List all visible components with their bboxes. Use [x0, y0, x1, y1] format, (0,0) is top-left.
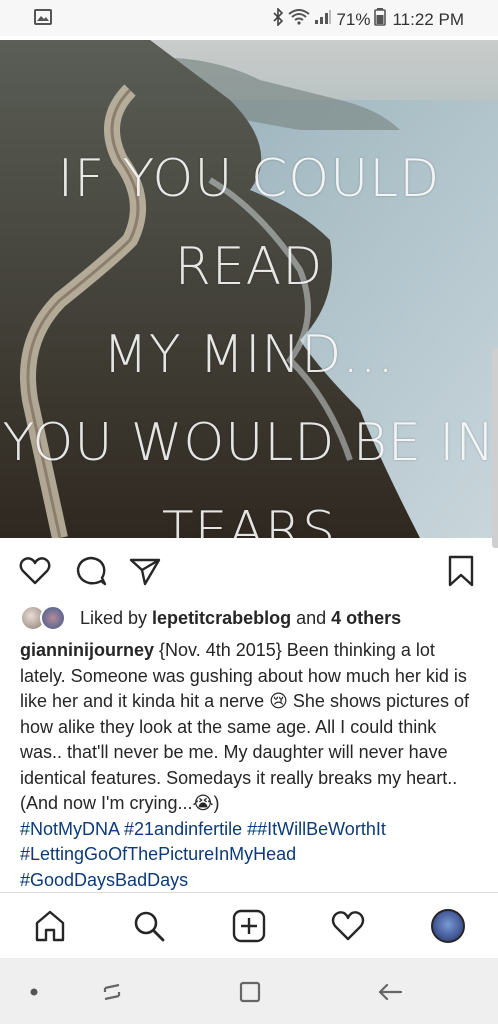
- recent-apps-icon[interactable]: [96, 976, 128, 1008]
- signal-icon: [314, 9, 332, 30]
- liker-avatars: [20, 603, 70, 633]
- battery-icon: [374, 8, 387, 31]
- bookmark-icon[interactable]: [444, 554, 478, 588]
- bluetooth-icon: [272, 7, 284, 31]
- new-post-icon[interactable]: [229, 906, 269, 946]
- likes-middle: and: [291, 607, 332, 628]
- share-icon[interactable]: [128, 554, 162, 588]
- post-image[interactable]: IF YOU COULD READ MY MIND... YOU WOULD B…: [0, 40, 498, 538]
- home-button-icon[interactable]: [234, 976, 266, 1008]
- comment-icon[interactable]: [74, 554, 108, 588]
- quote-line: IF YOU COULD READ: [57, 149, 441, 297]
- status-bar: 71% 11:22 PM: [0, 0, 498, 36]
- wifi-icon: [288, 9, 311, 30]
- activity-icon[interactable]: [328, 906, 368, 946]
- post-caption: gianninijourney {Nov. 4th 2015} Been thi…: [20, 638, 482, 893]
- system-nav-bar: [0, 958, 498, 1024]
- heart-icon[interactable]: [18, 554, 52, 588]
- likes-others-link[interactable]: 4 others: [331, 608, 401, 629]
- profile-tab[interactable]: [428, 906, 468, 946]
- likes-prefix: Liked by: [80, 607, 153, 628]
- quote-line: TEARS: [161, 501, 337, 538]
- clock: 11:22 PM: [392, 9, 464, 29]
- avatar: [40, 605, 66, 631]
- dot-icon[interactable]: [18, 976, 50, 1008]
- hashtags: #NotMyDNA #21andinfertile ##ItWillBeWort…: [20, 817, 482, 894]
- hashtag-line[interactable]: #LettingGoOfThePictureInMyHead: [20, 842, 482, 868]
- caption-text: {Nov. 4th 2015} Been thinking a lot late…: [20, 640, 469, 813]
- back-icon[interactable]: [374, 976, 406, 1008]
- hashtag-line[interactable]: #GoodDaysBadDays: [20, 868, 482, 894]
- bottom-nav: [0, 892, 498, 958]
- liker-username[interactable]: lepetitcrabeblog: [152, 608, 291, 629]
- quote-line: YOU WOULD BE IN: [2, 413, 496, 473]
- image-icon: [34, 9, 52, 30]
- quote-line: MY MIND...: [103, 325, 395, 385]
- caption-username[interactable]: gianninijourney: [20, 640, 154, 660]
- home-icon[interactable]: [30, 906, 70, 946]
- profile-avatar: [431, 909, 465, 943]
- hashtag-line[interactable]: #NotMyDNA #21andinfertile ##ItWillBeWort…: [20, 817, 482, 843]
- likes-row[interactable]: Liked by lepetitcrabeblog and 4 others: [20, 602, 401, 634]
- battery-percent: 71%: [336, 9, 371, 29]
- post-actions: [0, 548, 498, 592]
- search-icon[interactable]: [129, 906, 169, 946]
- status-indicators: 71% 11:22 PM: [272, 7, 464, 31]
- edge-panel-handle[interactable]: [492, 348, 498, 548]
- image-quote: IF YOU COULD READ MY MIND... YOU WOULD B…: [0, 135, 498, 538]
